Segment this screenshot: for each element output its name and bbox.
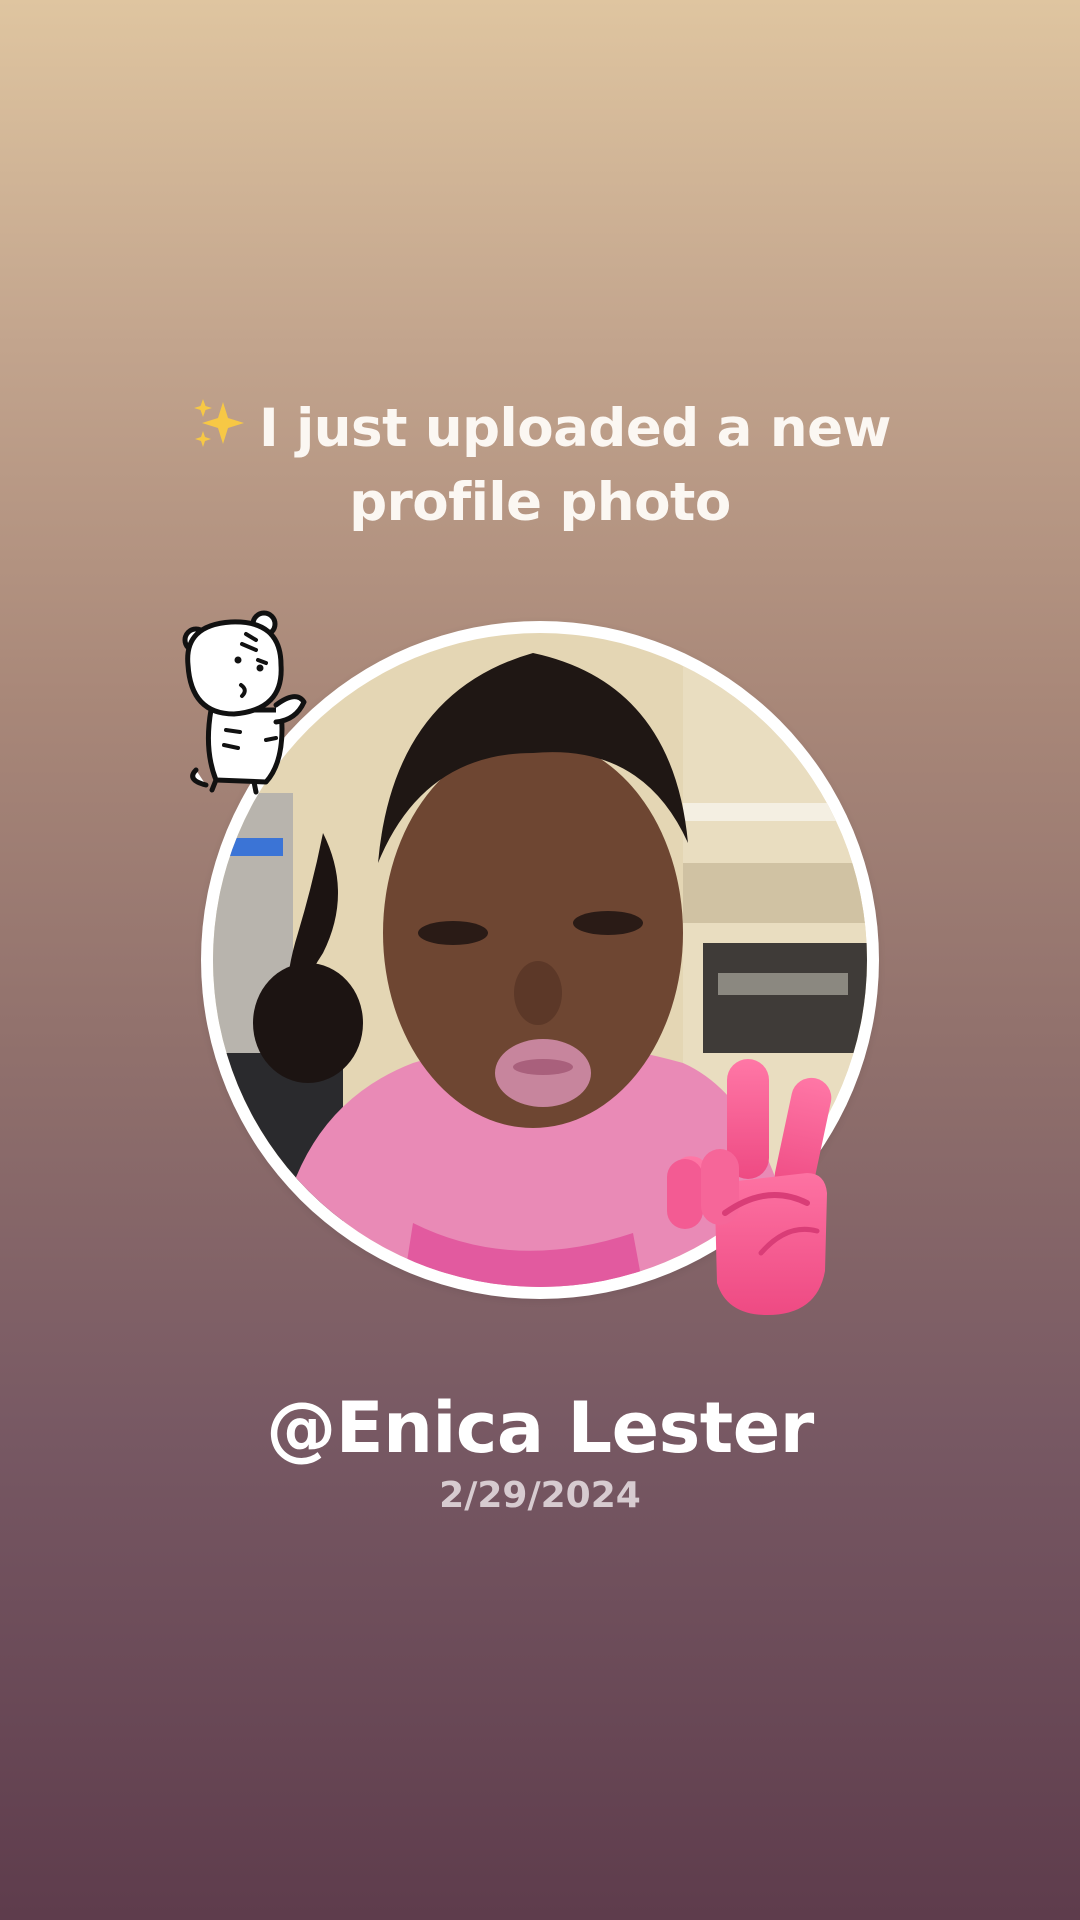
username: @Enica Lester <box>266 1387 814 1469</box>
headline-text-1: I just uploaded a new <box>258 398 892 459</box>
sparkles-icon <box>189 396 247 452</box>
profile-photo-share-card: I just uploaded a new profile photo @Eni… <box>0 0 1080 1920</box>
headline: I just uploaded a new profile photo <box>90 392 990 540</box>
victory-hand-sticker <box>657 1053 839 1318</box>
tiger-sticker <box>176 610 316 795</box>
headline-line-1: I just uploaded a new <box>90 392 990 466</box>
headline-line-2: profile photo <box>349 472 731 533</box>
post-date: 2/29/2024 <box>439 1475 641 1516</box>
